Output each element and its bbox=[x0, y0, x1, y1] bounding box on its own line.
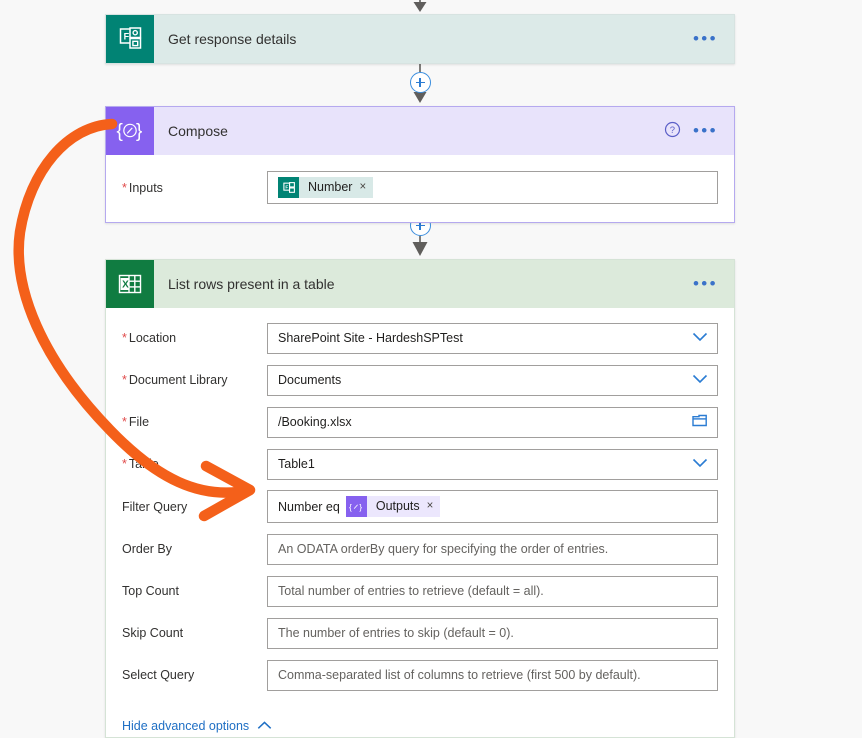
folder-picker-icon[interactable] bbox=[691, 413, 709, 432]
table-dropdown[interactable]: Table1 bbox=[267, 448, 718, 480]
field-row-order-by: Order By An ODATA orderBy query for spec… bbox=[122, 533, 718, 565]
card-body: * Location SharePoint Site - HardeshSPTes… bbox=[106, 308, 734, 703]
chevron-down-icon bbox=[692, 331, 708, 345]
microsoft-forms-icon: F bbox=[106, 15, 154, 63]
overflow-menu-icon[interactable]: ••• bbox=[693, 122, 718, 139]
overflow-menu-icon[interactable]: ••• bbox=[693, 30, 718, 47]
field-row-location: * Location SharePoint Site - HardeshSPTes… bbox=[122, 322, 718, 354]
svg-text:?: ? bbox=[670, 125, 675, 136]
card-header[interactable]: F Get response details ••• bbox=[106, 15, 734, 63]
microsoft-forms-icon: F bbox=[278, 177, 299, 198]
svg-text:{: { bbox=[349, 502, 352, 512]
insert-step-button-forms-compose[interactable] bbox=[409, 72, 431, 93]
field-row-table: * Table Table1 bbox=[122, 448, 718, 480]
field-label-file: * File bbox=[122, 415, 150, 429]
field-label-filter-query: Filter Query bbox=[122, 499, 188, 514]
excel-icon: X bbox=[106, 260, 154, 308]
connector-top-to-forms bbox=[413, 0, 427, 12]
field-row-inputs: * Inputs F Number × bbox=[122, 171, 718, 204]
file-value: /Booking.xlsx bbox=[278, 415, 352, 429]
overflow-menu-icon[interactable]: ••• bbox=[693, 275, 718, 292]
chevron-down-icon bbox=[692, 457, 708, 471]
order-by-input[interactable]: An ODATA orderBy query for specifying th… bbox=[267, 533, 718, 565]
compose-braces-icon: { } bbox=[345, 496, 367, 517]
field-row-top-count: Top Count Total number of entries to ret… bbox=[122, 575, 718, 607]
required-indicator: * bbox=[122, 373, 127, 387]
field-label-location: * Location bbox=[122, 331, 177, 345]
required-indicator: * bbox=[122, 457, 127, 471]
top-count-placeholder: Total number of entries to retrieve (def… bbox=[278, 584, 544, 598]
card-header-actions: ••• bbox=[693, 30, 734, 47]
dynamic-content-token-outputs[interactable]: { } Outputs × bbox=[345, 496, 441, 517]
field-label-top-count: Top Count bbox=[122, 584, 179, 598]
skip-count-placeholder: The number of entries to skip (default =… bbox=[278, 626, 514, 640]
remove-token-icon[interactable]: × bbox=[426, 496, 441, 517]
field-label-document-library: * Document Library bbox=[122, 373, 228, 387]
svg-text:}: } bbox=[136, 121, 142, 142]
field-label-inputs: * Inputs bbox=[122, 180, 163, 195]
chevron-down-icon bbox=[692, 373, 708, 387]
hide-advanced-options-label: Hide advanced options bbox=[122, 719, 250, 733]
field-row-document-library: * Document Library Documents bbox=[122, 364, 718, 396]
file-field[interactable]: /Booking.xlsx bbox=[267, 406, 718, 438]
card-body: * Inputs F Number × bbox=[106, 155, 734, 222]
field-label-order-by: Order By bbox=[122, 542, 173, 556]
table-value: Table1 bbox=[278, 457, 315, 471]
hide-advanced-options-toggle[interactable]: Hide advanced options bbox=[122, 719, 272, 733]
token-label: Outputs bbox=[366, 496, 427, 517]
field-label-table: * Table bbox=[122, 457, 159, 471]
svg-text:F: F bbox=[285, 184, 288, 190]
skip-count-input[interactable]: The number of entries to skip (default =… bbox=[267, 617, 718, 649]
filter-query-text: Number eq bbox=[278, 499, 340, 514]
token-label: Number bbox=[299, 177, 360, 198]
select-query-input[interactable]: Comma-separated list of columns to retri… bbox=[267, 659, 718, 691]
card-header[interactable]: { } Compose ? ••• bbox=[106, 107, 734, 155]
order-by-placeholder: An ODATA orderBy query for specifying th… bbox=[278, 542, 609, 556]
filter-query-field[interactable]: Number eq { } Outputs × bbox=[267, 490, 718, 523]
location-dropdown[interactable]: SharePoint Site - HardeshSPTest bbox=[267, 322, 718, 354]
card-title: Get response details bbox=[168, 31, 297, 47]
field-label-skip-count: Skip Count bbox=[122, 626, 184, 640]
help-icon[interactable]: ? bbox=[664, 121, 681, 141]
card-title: List rows present in a table bbox=[168, 276, 335, 292]
dynamic-content-token-number[interactable]: F Number × bbox=[278, 177, 374, 198]
svg-text:F: F bbox=[124, 31, 130, 41]
remove-token-icon[interactable]: × bbox=[359, 177, 374, 198]
required-indicator: * bbox=[122, 180, 127, 195]
card-header[interactable]: X List rows present in a table ••• bbox=[106, 260, 734, 308]
field-row-skip-count: Skip Count The number of entries to skip… bbox=[122, 617, 718, 649]
action-card-compose[interactable]: { } Compose ? ••• * Inputs F Number × bbox=[105, 106, 735, 223]
flow-designer-canvas: F Get response details ••• { } Compose ?… bbox=[0, 0, 862, 738]
svg-text:}: } bbox=[360, 502, 363, 512]
field-row-file: * File /Booking.xlsx bbox=[122, 406, 718, 438]
field-row-filter-query: Filter Query Number eq { } Outputs × bbox=[122, 490, 718, 523]
field-row-select-query: Select Query Comma-separated list of col… bbox=[122, 659, 718, 691]
select-query-placeholder: Comma-separated list of columns to retri… bbox=[278, 668, 641, 682]
top-count-input[interactable]: Total number of entries to retrieve (def… bbox=[267, 575, 718, 607]
svg-text:X: X bbox=[122, 279, 129, 290]
svg-text:{: { bbox=[117, 121, 124, 142]
action-card-list-rows-present-in-a-table[interactable]: X List rows present in a table ••• * Loca… bbox=[105, 259, 735, 738]
card-header-actions: ? ••• bbox=[664, 121, 734, 141]
card-title: Compose bbox=[168, 123, 228, 139]
required-indicator: * bbox=[122, 415, 127, 429]
compose-braces-icon: { } bbox=[106, 107, 154, 155]
document-library-dropdown[interactable]: Documents bbox=[267, 364, 718, 396]
inputs-field[interactable]: F Number × bbox=[267, 171, 718, 204]
chevron-up-icon bbox=[257, 719, 272, 733]
card-header-actions: ••• bbox=[693, 275, 734, 292]
field-label-select-query: Select Query bbox=[122, 668, 195, 682]
location-value: SharePoint Site - HardeshSPTest bbox=[278, 331, 463, 345]
required-indicator: * bbox=[122, 331, 127, 345]
action-card-get-response-details[interactable]: F Get response details ••• bbox=[105, 14, 735, 64]
document-library-value: Documents bbox=[278, 373, 342, 387]
